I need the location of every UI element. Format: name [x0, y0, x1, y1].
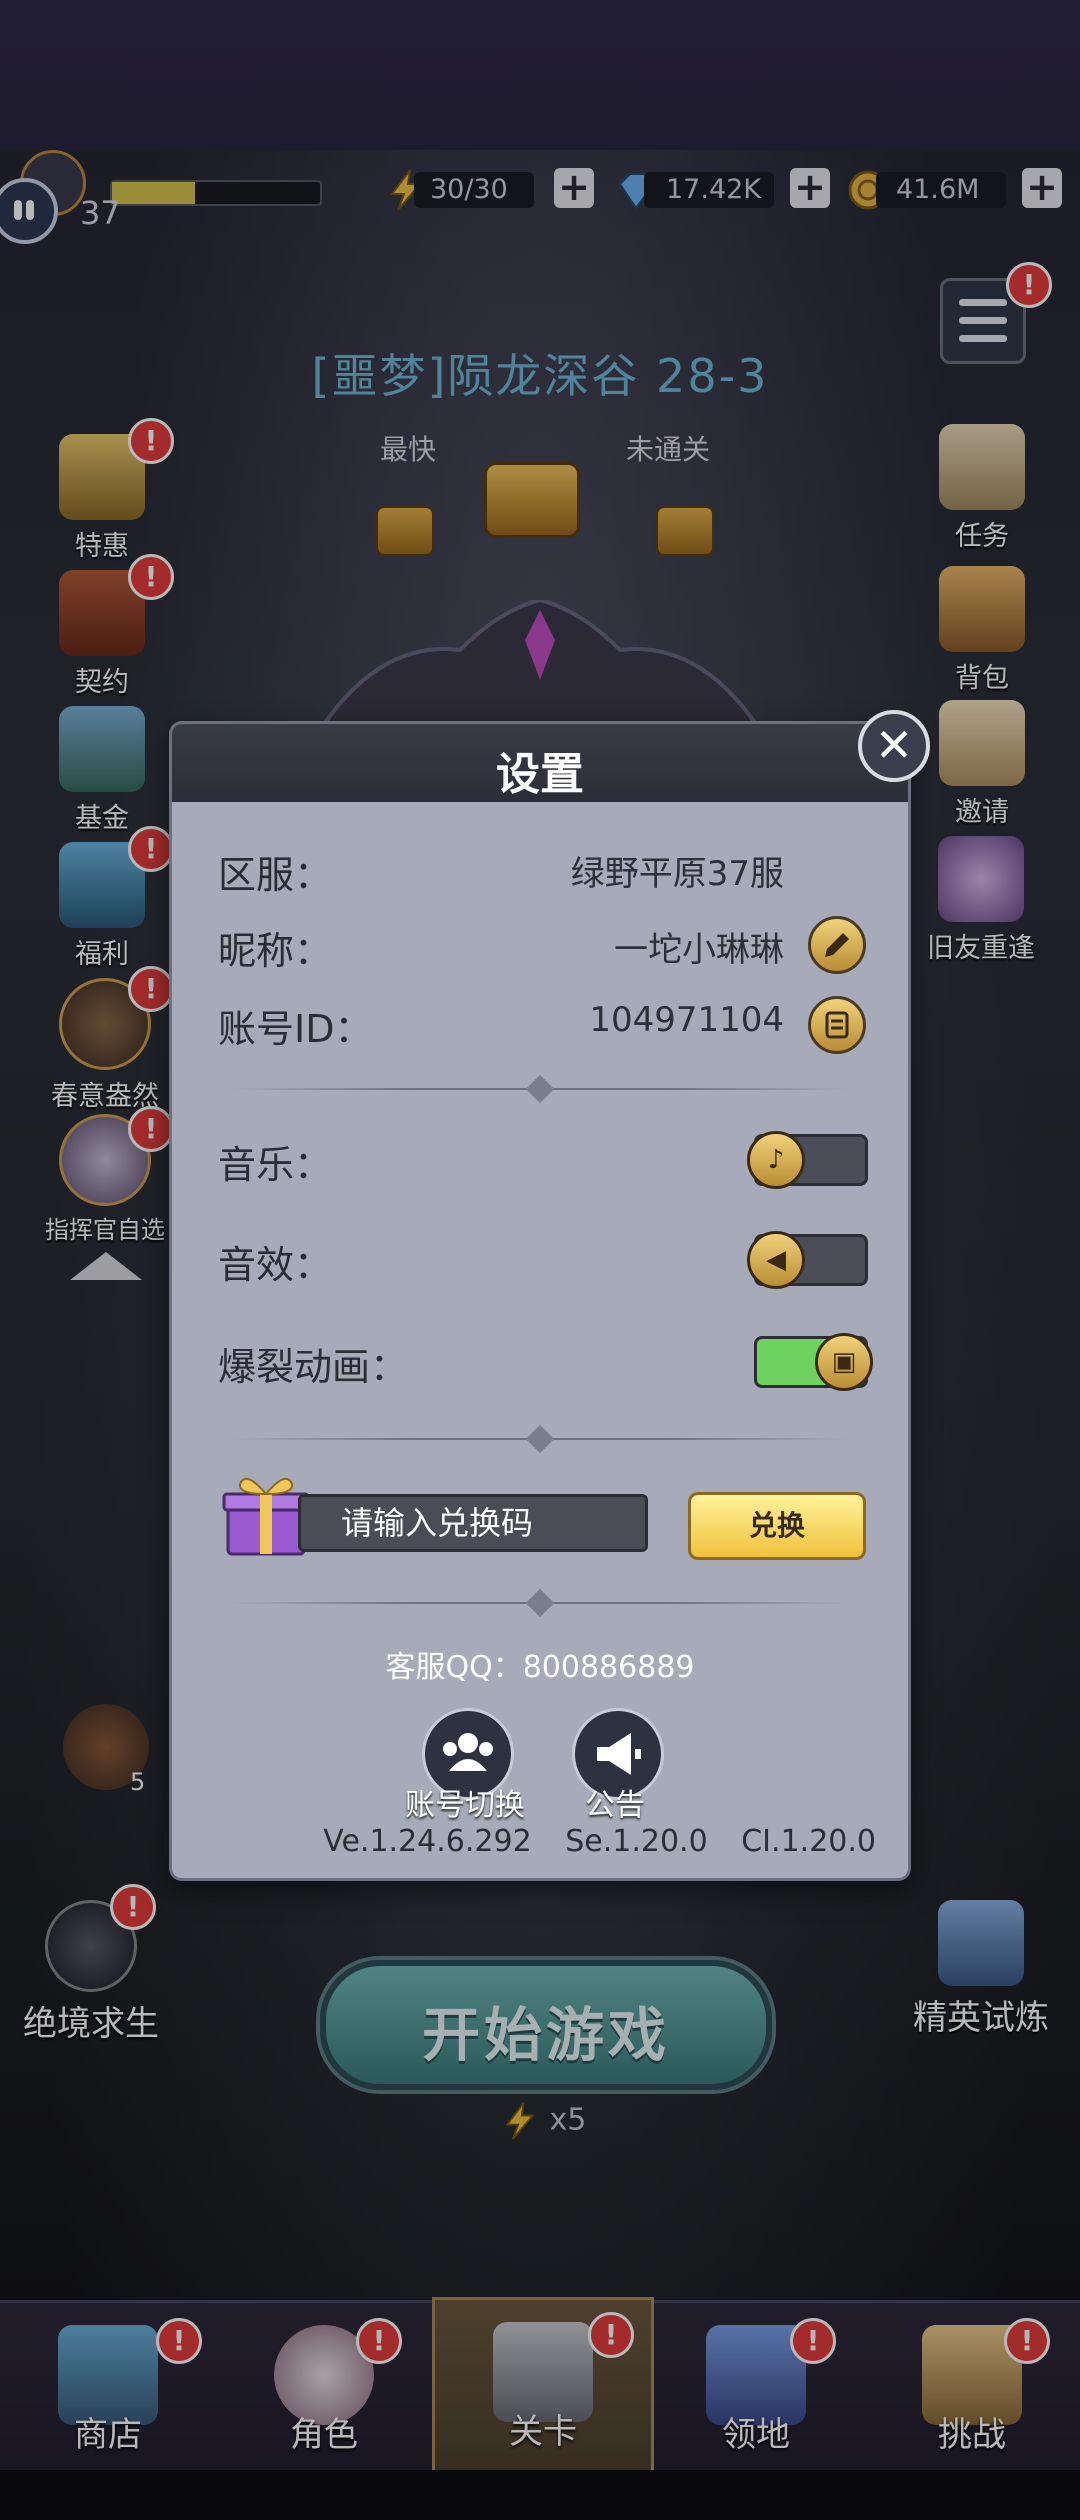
- close-dialog-button[interactable]: ✕: [858, 710, 930, 782]
- divider: [232, 1424, 848, 1454]
- edit-nickname-button[interactable]: [808, 916, 866, 974]
- account-id-label: 账号ID：: [218, 1007, 373, 1051]
- settings-dialog: 设置 区服： 绿野平原37服 昵称： 一坨小琳琳 账号ID： 104971104…: [172, 724, 908, 1878]
- divider: [232, 1588, 848, 1618]
- image-icon: ▣: [815, 1333, 873, 1391]
- music-note-icon: ♪: [747, 1131, 805, 1189]
- version-se: Se.1.20.0: [565, 1824, 708, 1859]
- redeem-code-input[interactable]: [298, 1494, 648, 1552]
- dialog-title: 设置: [496, 749, 584, 800]
- server-label: 区服：: [218, 853, 333, 897]
- customer-service-qq: 客服QQ：800886889: [385, 1650, 695, 1685]
- account-id-value: 104971104: [589, 1000, 784, 1040]
- server-value: 绿野平原37服: [570, 854, 784, 894]
- version-ve: Ve.1.24.6.292: [323, 1824, 532, 1859]
- announcement-label: 公告: [585, 1788, 645, 1823]
- music-toggle[interactable]: ♪: [747, 1131, 868, 1189]
- copy-icon: [825, 1011, 849, 1039]
- sfx-label: 音效：: [218, 1243, 333, 1287]
- burst-animation-label: 爆裂动画：: [218, 1345, 409, 1389]
- sfx-toggle[interactable]: ◀: [747, 1231, 868, 1289]
- speaker-icon: ◀: [747, 1231, 805, 1289]
- music-label: 音乐：: [218, 1143, 333, 1187]
- burst-animation-toggle[interactable]: ▣: [754, 1333, 873, 1391]
- divider: [232, 1074, 848, 1104]
- pencil-icon: [825, 933, 849, 957]
- version-ci: CI.1.20.0: [741, 1824, 876, 1859]
- nickname-label: 昵称：: [218, 929, 333, 973]
- redeem-button[interactable]: 兑换: [688, 1492, 866, 1560]
- switch-account-label: 账号切换: [405, 1788, 525, 1823]
- dialog-header: 设置: [172, 724, 908, 802]
- version-info: Ve.1.24.6.292 Se.1.20.0 CI.1.20.0: [172, 1824, 908, 1859]
- nickname-value: 一坨小琳琳: [614, 930, 784, 970]
- copy-account-id-button[interactable]: [808, 996, 866, 1054]
